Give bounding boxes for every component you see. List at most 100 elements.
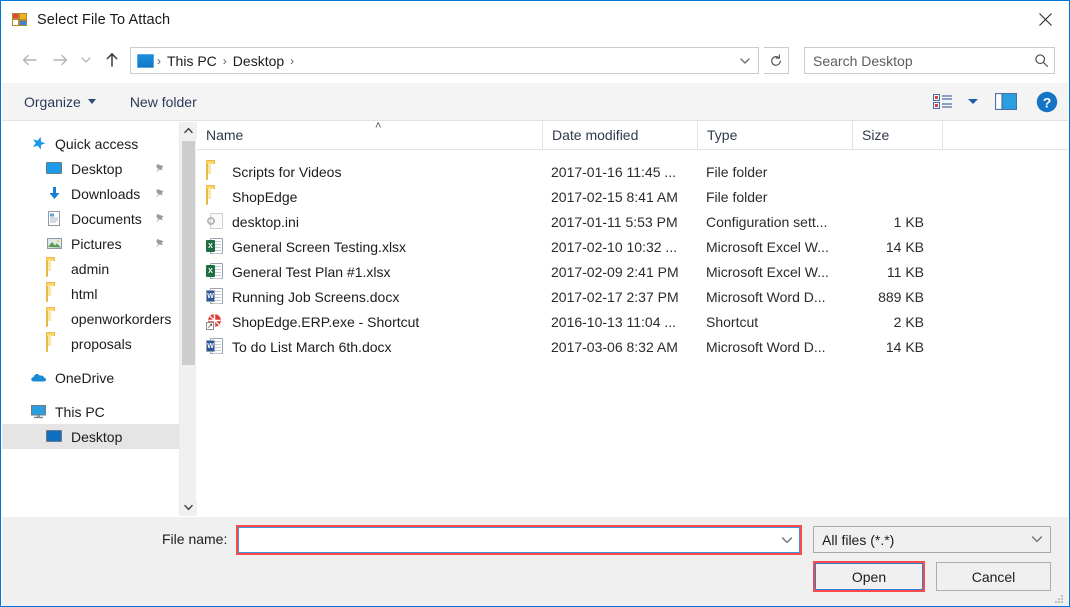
column-header-name[interactable]: Name ˄: [197, 121, 542, 149]
command-bar: Organize New folder ?: [2, 83, 1068, 121]
table-row[interactable]: ↗ ShopEdge.ERP.exe - Shortcut 2016-10-13…: [197, 309, 1068, 334]
file-name-dropdown-button[interactable]: [775, 536, 799, 545]
sidebar-item-quick-access[interactable]: Quick access: [2, 131, 179, 156]
file-type-filter-select[interactable]: All files (*.*): [813, 526, 1051, 553]
column-headers: Name ˄ Date modified Type Size: [197, 121, 1068, 150]
chevron-down-icon[interactable]: [1024, 535, 1050, 544]
table-row[interactable]: X General Test Plan #1.xlsx 2017-02-09 2…: [197, 259, 1068, 284]
view-options-button[interactable]: [960, 89, 986, 115]
file-open-dialog: Select File To Attach › This PC › Deskto…: [0, 0, 1070, 607]
change-view-button[interactable]: [926, 89, 960, 115]
sidebar-item-label: Quick access: [55, 135, 139, 152]
refresh-button[interactable]: [764, 47, 789, 74]
column-label: Name: [206, 127, 244, 143]
chevron-down-icon: [81, 57, 91, 63]
column-header-type[interactable]: Type: [697, 121, 852, 149]
search-box[interactable]: [804, 47, 1055, 74]
file-type: File folder: [706, 188, 768, 205]
star-icon: [30, 135, 47, 152]
breadcrumb-separator-2: ›: [290, 53, 295, 68]
resize-grip[interactable]: [1055, 593, 1065, 603]
preview-pane-button[interactable]: [986, 89, 1026, 115]
file-name: Running Job Screens.docx: [232, 288, 400, 305]
table-row[interactable]: Scripts for Videos 2017-01-16 11:45 ... …: [197, 159, 1068, 184]
form-icon: [12, 12, 28, 28]
column-label: Type: [707, 127, 738, 143]
sidebar-item-label: admin: [71, 260, 110, 277]
back-arrow-icon: [22, 54, 37, 66]
file-date: 2017-02-15 8:41 AM: [551, 188, 678, 205]
computer-icon: [30, 403, 47, 420]
chevron-down-icon: [968, 99, 978, 104]
table-row[interactable]: desktop.ini 2017-01-11 5:53 PM Configura…: [197, 209, 1068, 234]
shortcut-overlay-arrow: ↗: [206, 322, 214, 330]
navigation-pane-scrollbar[interactable]: [179, 122, 197, 516]
search-button[interactable]: [1028, 53, 1054, 68]
file-name-label: File name:: [162, 531, 228, 547]
file-type-filter-value: All files (*.*): [822, 531, 895, 548]
cancel-button[interactable]: Cancel: [936, 562, 1051, 591]
file-date: 2017-02-10 10:32 ...: [551, 238, 678, 255]
file-type: Microsoft Word D...: [706, 288, 826, 305]
file-name: ShopEdge: [232, 188, 298, 205]
pin-icon[interactable]: [154, 161, 165, 177]
open-button[interactable]: Open: [815, 563, 923, 590]
sidebar-item-onedrive[interactable]: OneDrive: [2, 365, 179, 390]
close-button[interactable]: [1022, 1, 1069, 37]
sidebar-item-desktop[interactable]: Desktop: [2, 156, 179, 181]
back-button[interactable]: [15, 45, 45, 75]
table-row[interactable]: W To do List March 6th.docx 2017-03-06 8…: [197, 334, 1068, 359]
sidebar-item-admin[interactable]: admin: [2, 256, 179, 281]
up-button[interactable]: [97, 45, 127, 75]
file-date: 2017-01-16 11:45 ...: [551, 163, 677, 180]
file-name-input[interactable]: [239, 532, 775, 548]
organize-button[interactable]: Organize: [14, 90, 106, 114]
pin-icon[interactable]: [154, 211, 165, 227]
sidebar-item-documents[interactable]: Documents: [2, 206, 179, 231]
sidebar-item-openworkorders[interactable]: openworkorders: [2, 306, 179, 331]
column-header-date-modified[interactable]: Date modified: [542, 121, 697, 149]
search-icon: [1034, 54, 1048, 67]
table-row[interactable]: X General Screen Testing.xlsx 2017-02-10…: [197, 234, 1068, 259]
address-dropdown-button[interactable]: [732, 48, 758, 73]
breadcrumb-this-pc[interactable]: This PC: [162, 53, 222, 69]
open-button-highlight: Open: [813, 561, 925, 592]
file-type: Configuration sett...: [706, 213, 828, 230]
pin-icon[interactable]: [154, 186, 165, 202]
pin-icon[interactable]: [154, 236, 165, 252]
sidebar-item-downloads[interactable]: Downloads: [2, 181, 179, 206]
download-icon: [46, 185, 63, 202]
forward-button[interactable]: [45, 45, 75, 75]
sidebar-item-label: Downloads: [71, 185, 141, 202]
file-list-pane: Name ˄ Date modified Type Size Scripts f…: [197, 121, 1068, 516]
file-size: 14 KB: [885, 338, 924, 355]
table-row[interactable]: ShopEdge 2017-02-15 8:41 AM File folder: [197, 184, 1068, 209]
scrollbar-thumb[interactable]: [182, 141, 195, 365]
column-header-size[interactable]: Size: [852, 121, 942, 149]
sidebar-item-proposals[interactable]: proposals: [2, 331, 179, 356]
sidebar-item-pictures[interactable]: Pictures: [2, 231, 179, 256]
scroll-down-button[interactable]: [180, 499, 197, 516]
help-button[interactable]: ?: [1026, 88, 1068, 116]
window-title: Select File To Attach: [37, 11, 171, 28]
column-label: Size: [862, 127, 890, 143]
address-bar[interactable]: › This PC › Desktop ›: [130, 47, 759, 74]
shortcut-icon: ↗: [206, 313, 223, 330]
sidebar-item-desktop-selected[interactable]: Desktop: [2, 424, 179, 449]
scroll-up-button[interactable]: [180, 122, 197, 139]
table-row[interactable]: W Running Job Screens.docx 2017-02-17 2:…: [197, 284, 1068, 309]
help-icon: ?: [1036, 91, 1058, 112]
recent-locations-button[interactable]: [75, 45, 97, 75]
sidebar-item-this-pc[interactable]: This PC: [2, 399, 179, 424]
sidebar-item-html[interactable]: html: [2, 281, 179, 306]
folder-icon: [206, 187, 223, 205]
file-name-combobox[interactable]: [238, 527, 800, 553]
file-type: Microsoft Excel W...: [706, 263, 829, 280]
new-folder-button[interactable]: New folder: [120, 90, 207, 114]
breadcrumb-desktop[interactable]: Desktop: [228, 53, 289, 69]
chevron-down-icon: [184, 504, 193, 511]
search-input[interactable]: [813, 52, 1028, 69]
chevron-down-icon: [781, 536, 793, 543]
